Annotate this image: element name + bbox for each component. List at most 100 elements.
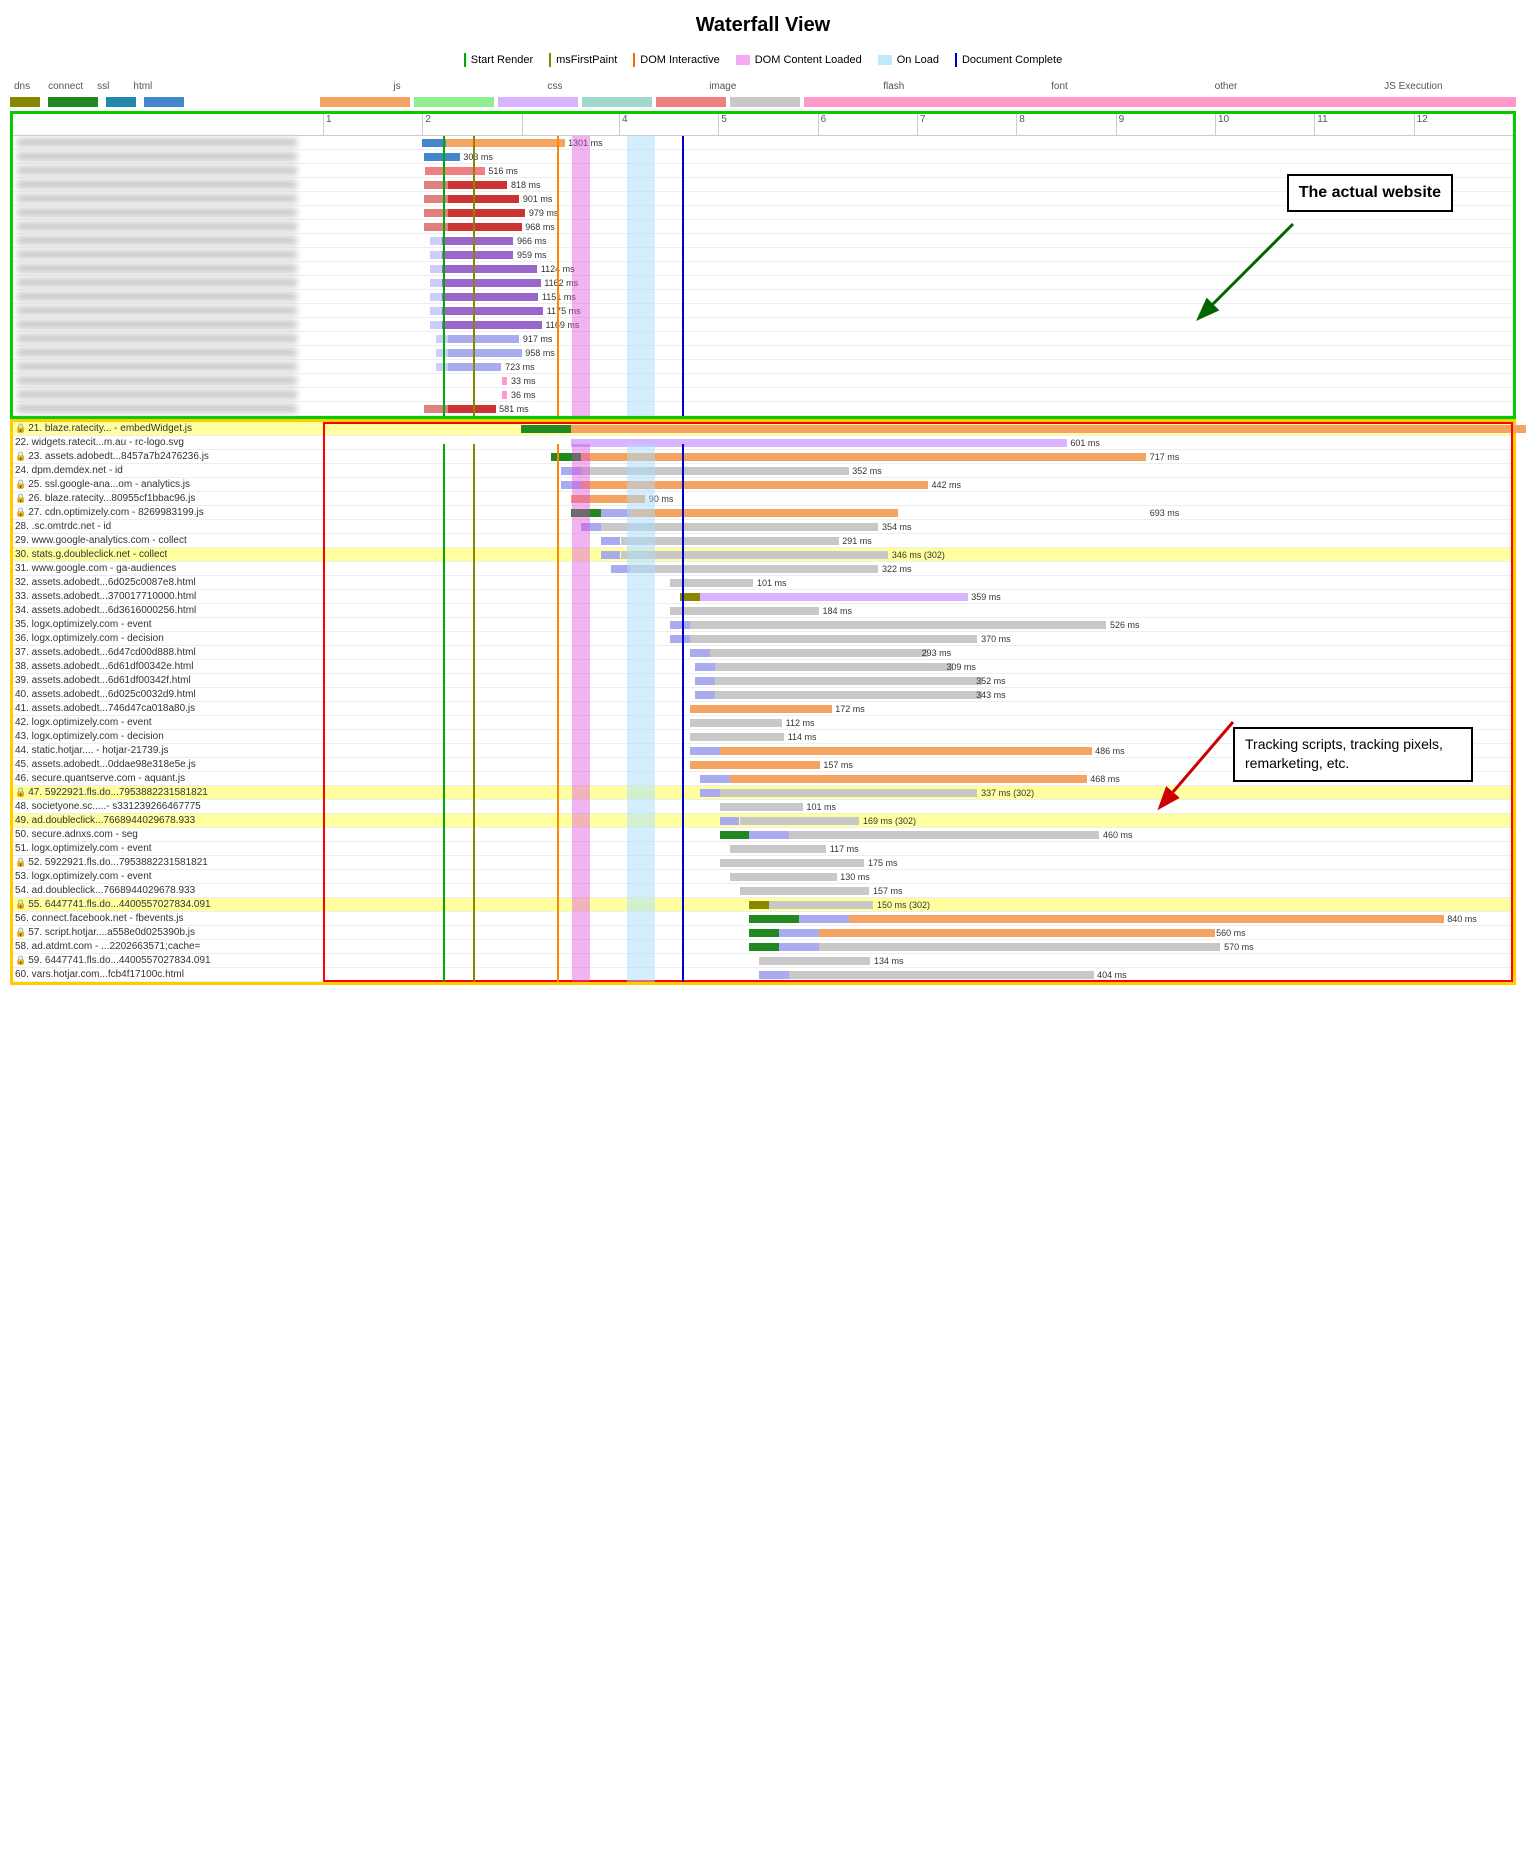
lock-icon: 🔒 — [15, 899, 26, 910]
legend-dom-content-loaded: DOM Content Loaded — [736, 54, 862, 66]
bottom-row-34: 34. assets.adobedt...6d3616000256.html18… — [13, 604, 1513, 618]
lock-icon: 🔒 — [15, 507, 26, 518]
url-text: 54. ad.doubleclick...7668944029678.933 — [15, 885, 195, 896]
url-text: 26. blaze.ratecity...80955cf1bbac96.js — [28, 493, 195, 504]
url-text: 30. stats.g.doubleclick.net - collect — [15, 549, 167, 560]
bottom-row-36: 36. logx.optimizely.com - decision370 ms — [13, 632, 1513, 646]
bottom-row-37: 37. assets.adobedt...6d47cd00d888.html29… — [13, 646, 1513, 660]
bottom-row-52: 🔒52. 5922921.fls.do...795388223158182117… — [13, 856, 1513, 870]
tick-12: 12 — [1414, 114, 1513, 135]
bottom-row-55: 🔒55. 6447741.fls.do...4400557027834.0911… — [13, 898, 1513, 912]
bottom-row-29: 29. www.google-analytics.com - collect29… — [13, 534, 1513, 548]
bottom-row-24: 24. dpm.demdex.net - id352 ms — [13, 464, 1513, 478]
bottom-row-40: 40. assets.adobedt...6d025c0032d9.html34… — [13, 688, 1513, 702]
url-text: 44. static.hotjar.... - hotjar-21739.js — [15, 745, 168, 756]
lock-icon: 🔒 — [15, 857, 26, 868]
url-text: 59. 6447741.fls.do...4400557027834.091 — [28, 955, 210, 966]
top-section: 1 2 4 5 6 7 8 9 10 11 12 — [10, 111, 1516, 419]
type-bar-js — [320, 97, 410, 107]
col-dns: dns — [10, 81, 30, 92]
top-row-19: 36 ms — [13, 388, 1513, 402]
url-text: 24. dpm.demdex.net - id — [15, 465, 123, 476]
lock-icon: 🔒 — [15, 955, 26, 966]
type-bar-jsexec — [804, 97, 1516, 107]
url-text: 56. connect.facebook.net - fbevents.js — [15, 913, 183, 924]
url-text: 37. assets.adobedt...6d47cd00d888.html — [15, 647, 196, 658]
top-row-1: 1301 ms — [13, 136, 1513, 150]
bottom-row-50: 50. secure.adnxs.com - seg460 ms — [13, 828, 1513, 842]
url-text: 52. 5922921.fls.do...7953882231581821 — [28, 857, 208, 868]
tick-7: 7 — [917, 114, 1016, 135]
tick-3 — [522, 114, 619, 135]
col-ssl: ssl — [97, 81, 109, 92]
bottom-row-39: 39. assets.adobedt...6d61df00342f.html35… — [13, 674, 1513, 688]
bottom-row-32: 32. assets.adobedt...6d025c0087e8.html10… — [13, 576, 1513, 590]
tick-8: 8 — [1016, 114, 1115, 135]
type-bar-connect — [48, 97, 98, 107]
url-text: 47. 5922921.fls.do...7953882231581821 — [28, 787, 208, 798]
top-row-2: 303 ms — [13, 150, 1513, 164]
tick-11: 11 — [1314, 114, 1413, 135]
bottom-row-30: 30. stats.g.doubleclick.net - collect346… — [13, 548, 1513, 562]
legend-bar: Start Render msFirstPaint DOM Interactiv… — [10, 47, 1516, 77]
bottom-row-51: 51. logx.optimizely.com - event117 ms — [13, 842, 1513, 856]
url-text: 50. secure.adnxs.com - seg — [15, 829, 138, 840]
col-flash: flash — [883, 81, 904, 92]
bottom-row-35: 35. logx.optimizely.com - event526 ms — [13, 618, 1513, 632]
bottom-row-33: 33. assets.adobedt...370017710000.html35… — [13, 590, 1513, 604]
url-text: 38. assets.adobedt...6d61df00342e.html — [15, 661, 193, 672]
url-text: 41. assets.adobedt...746d47ca018a80.js — [15, 703, 195, 714]
bottom-row-23: 🔒23. assets.adobedt...8457a7b2476236.js7… — [13, 450, 1513, 464]
url-text: 46. secure.quantserve.com - aquant.js — [15, 773, 185, 784]
type-bar-font — [656, 97, 726, 107]
lock-icon: 🔒 — [15, 787, 26, 798]
type-bar-flash — [582, 97, 652, 107]
top-row-15: 917 ms — [13, 332, 1513, 346]
col-js-exec: JS Execution — [1384, 81, 1442, 92]
url-text: 58. ad.atdmt.com - ...2202663571;cache= — [15, 941, 200, 952]
type-bar-image — [498, 97, 578, 107]
url-text: 39. assets.adobedt...6d61df00342f.html — [15, 675, 191, 686]
bottom-row-25: 🔒25. ssl.google-ana...om - analytics.js4… — [13, 478, 1513, 492]
url-text: 43. logx.optimizely.com - decision — [15, 731, 164, 742]
url-text: 45. assets.adobedt...0ddae98e318e5e.js — [15, 759, 196, 770]
type-bar-ssl — [106, 97, 136, 107]
tick-2: 2 — [422, 114, 521, 135]
bottom-row-28: 28. .sc.omtrdc.net - id354 ms — [13, 520, 1513, 534]
bottom-row-27: 🔒27. cdn.optimizely.com - 8269983199.js6… — [13, 506, 1513, 520]
url-text: 29. www.google-analytics.com - collect — [15, 535, 187, 546]
bottom-row-49: 49. ad.doubleclick...7668944029678.93316… — [13, 814, 1513, 828]
tick-5: 5 — [718, 114, 817, 135]
legend-msfirstpaint: msFirstPaint — [549, 53, 617, 67]
bottom-row-22: 22. widgets.ratecit...m.au - rc-logo.svg… — [13, 436, 1513, 450]
arrow-actual-website — [1193, 214, 1313, 334]
lock-icon: 🔒 — [15, 423, 26, 434]
url-text: 55. 6447741.fls.do...4400557027834.091 — [28, 899, 210, 910]
url-text: 35. logx.optimizely.com - event — [15, 619, 152, 630]
col-html: html — [133, 81, 152, 92]
url-text: 53. logx.optimizely.com - event — [15, 871, 152, 882]
col-connect: connect — [48, 81, 83, 92]
bottom-row-21: 🔒21. blaze.ratecity... - embedWidget.js1… — [13, 422, 1513, 436]
top-row-16: 958 ms — [13, 346, 1513, 360]
lock-icon: 🔒 — [15, 927, 26, 938]
type-bar-css — [414, 97, 494, 107]
legend-start-render: Start Render — [464, 53, 533, 67]
legend-document-complete: Document Complete — [955, 53, 1062, 67]
url-text: 40. assets.adobedt...6d025c0032d9.html — [15, 689, 196, 700]
col-image: image — [709, 81, 736, 92]
url-text: 22. widgets.ratecit...m.au - rc-logo.svg — [15, 437, 184, 448]
top-row-18: 33 ms — [13, 374, 1513, 388]
tick-1: 1 — [323, 114, 422, 135]
lock-icon: 🔒 — [15, 451, 26, 462]
bottom-rows: 🔒21. blaze.ratecity... - embedWidget.js1… — [13, 422, 1513, 982]
url-text: 48. societyone.sc.....- s331239266467775 — [15, 801, 201, 812]
url-text: 51. logx.optimizely.com - event — [15, 843, 152, 854]
bottom-row-57: 🔒57. script.hotjar....a558e0d025390b.js5… — [13, 926, 1513, 940]
bottom-section: 🔒21. blaze.ratecity... - embedWidget.js1… — [10, 419, 1516, 985]
lock-icon: 🔒 — [15, 493, 26, 504]
col-js: js — [393, 81, 400, 92]
col-css: css — [547, 81, 562, 92]
annotation-actual-website: The actual website — [1287, 174, 1453, 212]
col-font: font — [1051, 81, 1068, 92]
